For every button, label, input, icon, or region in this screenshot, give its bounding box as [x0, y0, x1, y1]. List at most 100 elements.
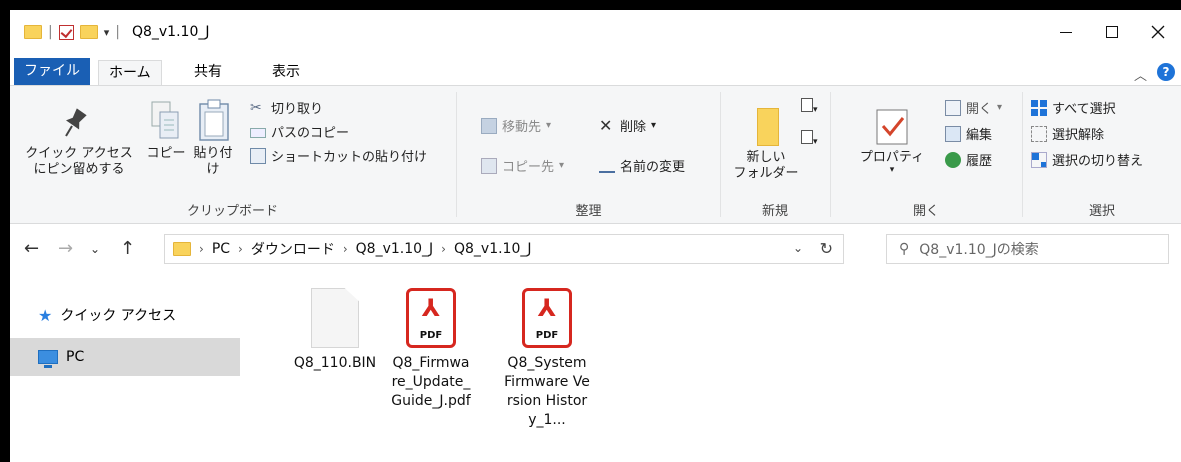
- file-item[interactable]: ⅄ PDF Q8_Firmwa re_Update_ Guide_J.pdf: [388, 288, 474, 411]
- properties-check-icon[interactable]: [58, 24, 74, 40]
- select-all-button[interactable]: すべて選択: [1031, 98, 1116, 117]
- forward-arrow-icon[interactable]: →: [58, 238, 73, 259]
- breadcrumb-folder[interactable]: Q8_v1.10_J: [356, 241, 434, 257]
- breadcrumb-pc[interactable]: PC: [212, 241, 230, 257]
- select-none-label: 選択解除: [1052, 128, 1105, 143]
- properties-button[interactable]: プロパティ ▾: [849, 150, 935, 175]
- invert-selection-icon: [1031, 151, 1047, 168]
- breadcrumb-current-folder[interactable]: Q8_v1.10_J: [454, 241, 532, 257]
- scissors-icon: ✂: [250, 99, 262, 116]
- maximize-button[interactable]: [1089, 10, 1135, 54]
- group-organize: 移動先 ▾ ✕ 削除 ▾ コピー先 ▾ 名前の変更 整理: [457, 86, 720, 223]
- open-group-label: 開く: [912, 204, 939, 219]
- breadcrumb-separator: ›: [238, 242, 243, 256]
- open-label: 開く: [966, 102, 993, 117]
- recent-locations-chevron-icon[interactable]: ⌄: [90, 242, 100, 256]
- minimize-button[interactable]: [1043, 10, 1089, 54]
- pin-quick-access-button[interactable]: クイック アクセス にピン留めする: [14, 146, 144, 178]
- tab-file[interactable]: ファイル: [14, 58, 90, 85]
- move-to-icon: [481, 117, 497, 134]
- ribbon-collapse-icon[interactable]: ︿: [1134, 65, 1147, 84]
- new-item-icon[interactable]: ▾: [801, 98, 819, 115]
- new-group-label: 新規: [761, 204, 788, 219]
- open-button[interactable]: 開く ▾: [945, 98, 1002, 117]
- tab-home[interactable]: ホーム: [98, 60, 162, 85]
- copy-path-button[interactable]: パスのコピー: [250, 122, 349, 141]
- move-to-label: 移動先: [502, 120, 542, 135]
- history-button[interactable]: 履歴: [945, 150, 992, 169]
- acrobat-icon: ⅄: [537, 294, 557, 322]
- up-arrow-icon[interactable]: ↑: [120, 238, 135, 259]
- qat-dropdown-icon[interactable]: ▾: [104, 26, 110, 39]
- file-name: Q8_System Firmware Version History_1...: [504, 355, 590, 428]
- navigation-bar: ← → ⌄ ↑ › PC › ダウンロード › Q8_v1.10_J › Q8_…: [10, 224, 1181, 276]
- invert-selection-button[interactable]: 選択の切り替え: [1031, 150, 1143, 169]
- delete-dropdown-icon: ▾: [651, 120, 657, 131]
- file-item[interactable]: ⅄ PDF Q8_System Firmware Version History…: [504, 288, 590, 430]
- group-clipboard: クイック アクセス にピン留めする コピー 貼り付け ✂ 切り取り パスのコピー…: [10, 86, 455, 223]
- history-label: 履歴: [966, 154, 993, 169]
- new-folder-icon[interactable]: [79, 25, 98, 39]
- properties-label: プロパティ: [859, 150, 925, 165]
- pin-label-line2: にピン留めする: [33, 162, 125, 177]
- paste-icon: [199, 99, 229, 141]
- search-icon: ⚲: [899, 241, 910, 257]
- copy-path-icon: [250, 128, 266, 138]
- rename-button[interactable]: 名前の変更: [599, 156, 685, 175]
- edit-label: 編集: [966, 128, 993, 143]
- copy-to-icon: [481, 157, 497, 174]
- move-to-button[interactable]: 移動先 ▾: [481, 116, 551, 135]
- search-box[interactable]: ⚲ Q8_v1.10_Jの検索: [886, 234, 1169, 264]
- ribbon: クイック アクセス にピン留めする コピー 貼り付け ✂ 切り取り パスのコピー…: [10, 85, 1181, 224]
- nav-item-label: クイック アクセス: [60, 308, 177, 324]
- pdf-label: PDF: [419, 330, 443, 341]
- group-select: すべて選択 選択解除 選択の切り替え 選択: [1023, 86, 1181, 223]
- new-folder-label-line2: フォルダー: [733, 166, 799, 181]
- tab-view[interactable]: 表示: [262, 60, 310, 85]
- nav-item-quick-access[interactable]: ★ クイック アクセス: [10, 296, 240, 334]
- file-name: Q8_Firmwa re_Update_ Guide_J.pdf: [391, 355, 471, 409]
- paste-shortcut-button[interactable]: ショートカットの貼り付け: [250, 146, 427, 165]
- rename-icon: [599, 163, 615, 173]
- copy-button[interactable]: コピー: [144, 146, 188, 162]
- address-dropdown-icon[interactable]: ⌄: [793, 241, 803, 255]
- address-bar[interactable]: › PC › ダウンロード › Q8_v1.10_J › Q8_v1.10_J …: [164, 234, 844, 264]
- pdf-icon: ⅄ PDF: [406, 288, 456, 348]
- cut-label: 切り取り: [271, 102, 324, 117]
- nav-item-pc[interactable]: PC: [10, 338, 240, 376]
- organize-group-label: 整理: [575, 204, 602, 219]
- select-all-label: すべて選択: [1052, 102, 1116, 117]
- new-folder-label-line1: 新しい: [746, 150, 786, 165]
- breadcrumb-separator: ›: [342, 242, 348, 256]
- select-none-button[interactable]: 選択解除: [1031, 124, 1104, 143]
- copy-to-button[interactable]: コピー先 ▾: [481, 156, 564, 175]
- open-dropdown-icon: ▾: [997, 102, 1003, 113]
- file-item[interactable]: Q8_110.BIN: [292, 288, 378, 373]
- address-folder-icon: [173, 242, 191, 256]
- copy-to-dropdown-icon: ▾: [559, 160, 565, 171]
- group-new: ▾ ▾ 新しい フォルダー 新規: [721, 86, 829, 223]
- explorer-window: | ▾ | Q8_v1.10_J ファイル ホーム 共有 表示 ︿ ? クイック…: [10, 10, 1181, 462]
- nav-item-label: PC: [66, 349, 85, 365]
- paste-button[interactable]: 貼り付け: [188, 146, 238, 178]
- select-none-icon: [1031, 125, 1047, 142]
- title-bar: | ▾ | Q8_v1.10_J: [10, 10, 1181, 54]
- tab-share[interactable]: 共有: [184, 60, 232, 85]
- new-folder-button[interactable]: 新しい フォルダー: [731, 150, 801, 182]
- maximize-icon: [1106, 26, 1118, 38]
- history-icon: [945, 151, 961, 168]
- edit-button[interactable]: 編集: [945, 124, 992, 143]
- easy-access-icon[interactable]: ▾: [801, 130, 819, 147]
- pin-label-line1: クイック アクセス: [25, 146, 133, 161]
- pc-icon: [38, 350, 58, 368]
- close-button[interactable]: [1135, 10, 1181, 54]
- refresh-icon[interactable]: ↻: [820, 239, 833, 258]
- delete-button[interactable]: ✕ 削除 ▾: [599, 116, 656, 135]
- help-icon[interactable]: ?: [1157, 63, 1175, 81]
- invert-selection-label: 選択の切り替え: [1052, 154, 1144, 169]
- breadcrumb-downloads[interactable]: ダウンロード: [251, 239, 335, 259]
- back-arrow-icon[interactable]: ←: [24, 238, 39, 259]
- clipboard-group-label: クリップボード: [186, 204, 278, 219]
- quick-access-toolbar: | ▾ | Q8_v1.10_J: [24, 22, 209, 42]
- cut-button[interactable]: ✂ 切り取り: [250, 98, 324, 118]
